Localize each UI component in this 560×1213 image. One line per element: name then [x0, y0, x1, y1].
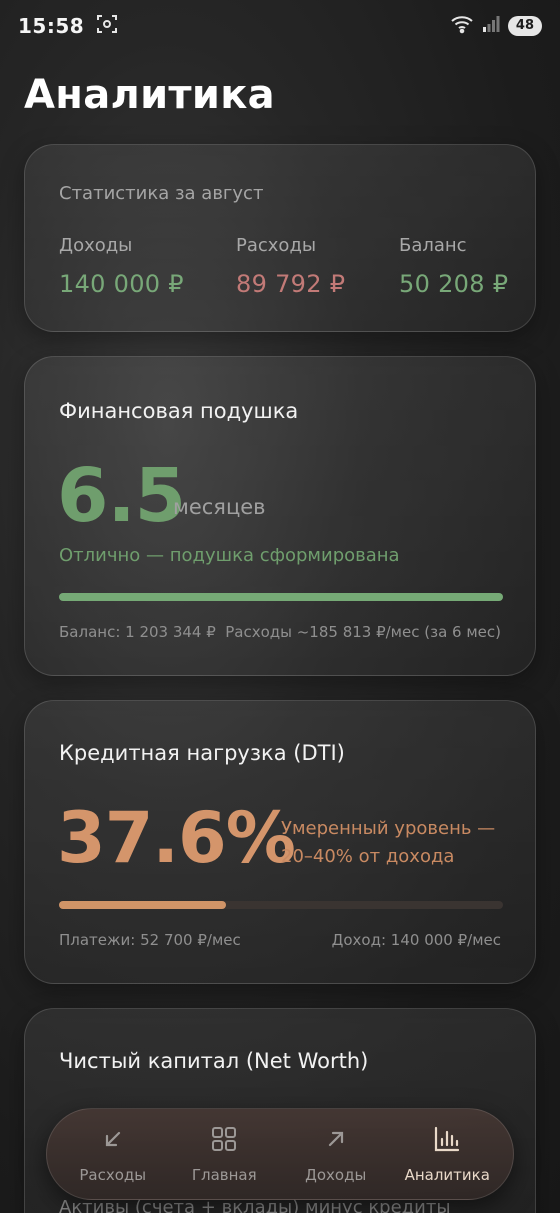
nav-item-income[interactable]: Доходы	[281, 1124, 391, 1184]
dti-progress-fill	[59, 901, 226, 909]
nav-label-analytics: Аналитика	[404, 1166, 490, 1184]
expense-stat: Расходы 89 792 ₽	[236, 235, 345, 298]
screenshot-icon	[96, 13, 118, 39]
page-title: Аналитика	[24, 72, 275, 118]
cushion-value: 6.5	[57, 453, 186, 539]
bar-chart-icon	[432, 1124, 462, 1158]
bottom-nav: Расходы Главная Доходы Аналитика	[46, 1108, 514, 1200]
cushion-progress-fill	[59, 593, 503, 601]
arrow-up-right-icon	[321, 1124, 351, 1158]
arrow-down-left-icon	[98, 1124, 128, 1158]
nav-label-income: Доходы	[305, 1166, 367, 1184]
income-stat: Доходы 140 000 ₽	[59, 235, 184, 298]
nav-item-expenses[interactable]: Расходы	[58, 1124, 168, 1184]
monthly-stats-card[interactable]: Статистика за август Доходы 140 000 ₽ Ра…	[24, 144, 536, 332]
dti-value: 37.6%	[57, 797, 296, 879]
status-bar: 15:58 48	[0, 0, 560, 52]
nav-item-home[interactable]: Главная	[169, 1124, 279, 1184]
wifi-icon	[450, 14, 474, 38]
signal-icon	[482, 15, 500, 37]
cushion-unit: месяцев	[173, 495, 266, 519]
cushion-title: Финансовая подушка	[59, 399, 299, 423]
nav-label-home: Главная	[191, 1166, 257, 1184]
dti-title: Кредитная нагрузка (DTI)	[59, 741, 345, 765]
battery-icon: 48	[507, 16, 542, 36]
cushion-progress-bar	[59, 593, 503, 601]
expense-label: Расходы	[236, 235, 317, 256]
status-time: 15:58	[18, 14, 85, 38]
cushion-expenses: Расходы ~185 813 ₽/мес (за 6 мес)	[225, 623, 501, 641]
nav-item-analytics[interactable]: Аналитика	[392, 1124, 502, 1184]
net-worth-title: Чистый капитал (Net Worth)	[59, 1049, 369, 1073]
grid-icon	[209, 1124, 239, 1158]
stats-period: Статистика за август	[59, 183, 264, 204]
cushion-balance: Баланс: 1 203 344 ₽	[59, 623, 216, 641]
nav-label-expenses: Расходы	[79, 1166, 147, 1184]
dti-card[interactable]: Кредитная нагрузка (DTI) 37.6% Умеренный…	[24, 700, 536, 984]
balance-value: 50 208 ₽	[399, 270, 509, 298]
dti-payments: Платежи: 52 700 ₽/мес	[59, 931, 241, 949]
balance-stat: Баланс 50 208 ₽	[399, 235, 508, 298]
expense-value: 89 792 ₽	[236, 270, 346, 298]
income-value: 140 000 ₽	[59, 270, 184, 298]
cushion-status: Отлично — подушка сформирована	[59, 545, 400, 566]
financial-cushion-card[interactable]: Финансовая подушка 6.5 месяцев Отлично —…	[24, 356, 536, 676]
dti-income: Доход: 140 000 ₽/мес	[331, 931, 501, 949]
dti-description: Умеренный уровень — 20–40% от дохода	[281, 818, 496, 867]
income-label: Доходы	[59, 235, 133, 256]
balance-label: Баланс	[399, 235, 467, 256]
dti-progress-bar	[59, 901, 503, 909]
